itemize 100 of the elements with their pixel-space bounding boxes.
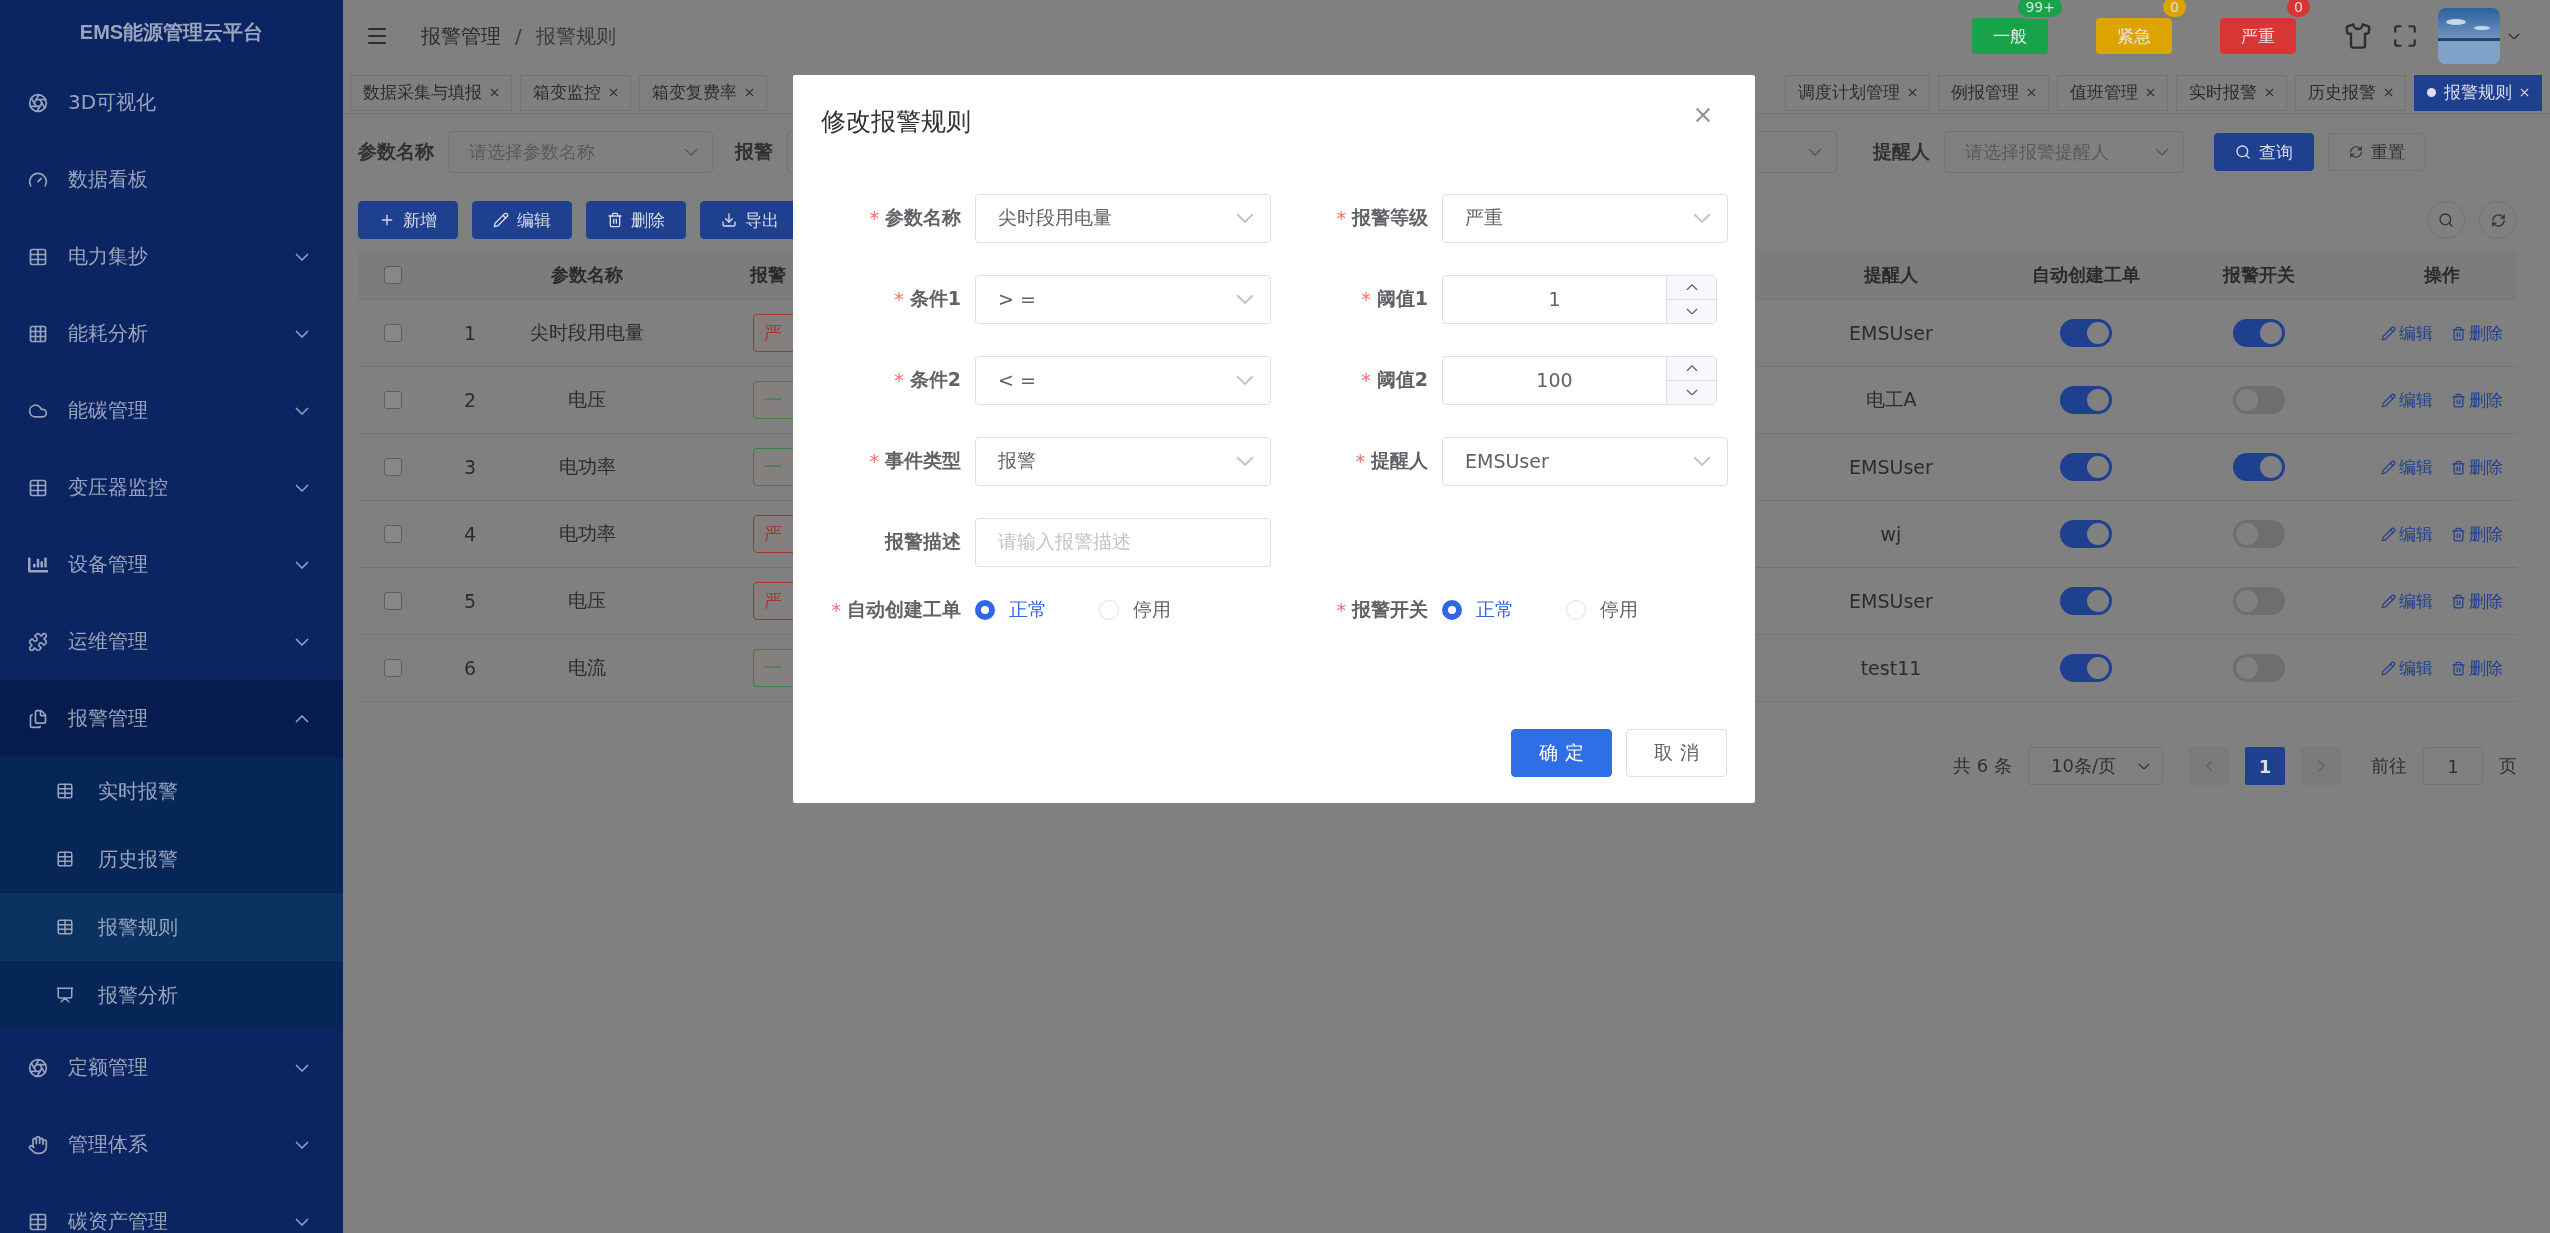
page-tab[interactable]: 例报管理: [1938, 74, 2049, 111]
checkbox[interactable]: [384, 324, 402, 342]
search-icon: [2438, 212, 2454, 228]
sidebar-item-label: 能耗分析: [68, 320, 149, 347]
toggle-switch[interactable]: [2233, 453, 2285, 481]
page-tab[interactable]: 数据采集与填报: [350, 74, 512, 111]
toolbar-button[interactable]: 新增: [358, 201, 458, 239]
sidebar-item-label: 数据看板: [68, 166, 149, 193]
close-icon[interactable]: [490, 88, 499, 97]
table-icon: [56, 782, 74, 800]
refresh-button[interactable]: [2479, 201, 2517, 239]
increment-button[interactable]: [1667, 356, 1716, 380]
close-icon[interactable]: [1908, 88, 1917, 97]
toggle-switch[interactable]: [2060, 319, 2112, 347]
select-field[interactable]: EMSUser: [1442, 436, 1728, 486]
reset-button[interactable]: 重置: [2328, 133, 2426, 171]
toolbar-button[interactable]: 编辑: [472, 201, 572, 239]
chevron-down-icon: [1685, 307, 1698, 315]
close-icon[interactable]: [609, 88, 618, 97]
field-label: * 参数名称: [868, 205, 961, 231]
increment-button[interactable]: [1667, 275, 1716, 299]
alert-level-button[interactable]: 严重: [2220, 18, 2296, 54]
page-input[interactable]: 1: [2423, 747, 2483, 785]
toggle-switch[interactable]: [2060, 453, 2112, 481]
radio-option[interactable]: 正常: [1442, 597, 1514, 623]
field-label: 报警描述: [883, 529, 961, 554]
alert-level-button[interactable]: 一般: [1972, 18, 2048, 54]
submenu-item[interactable]: 历史报警: [0, 825, 343, 893]
field-label: * 阈值1: [1360, 286, 1428, 312]
page-tab[interactable]: 历史报警: [2295, 74, 2406, 111]
select-field[interactable]: 严重: [1442, 193, 1728, 243]
page-tab[interactable]: 箱变复费率: [639, 74, 767, 111]
page-tab[interactable]: 报警规则: [2414, 74, 2542, 111]
field-label: * 报警等级: [1335, 205, 1428, 231]
toolbar-button[interactable]: 删除: [586, 201, 686, 239]
sidebar-item[interactable]: 数据看板: [0, 141, 343, 218]
sidebar-item[interactable]: 3D可视化: [0, 64, 343, 141]
close-icon[interactable]: [745, 88, 754, 97]
page-number-button[interactable]: 1: [2245, 747, 2285, 785]
close-icon[interactable]: [2146, 88, 2155, 97]
checkbox[interactable]: [384, 659, 402, 677]
radio-option[interactable]: 停用: [1099, 597, 1171, 623]
sidebar-item[interactable]: 运维管理: [0, 603, 343, 680]
column-header: 报警开关: [2221, 262, 2296, 287]
sidebar-item[interactable]: 能耗分析: [0, 295, 343, 372]
checkbox[interactable]: [384, 265, 402, 284]
toggle-switch[interactable]: [2060, 654, 2112, 682]
column-header: 提醒人: [1863, 262, 1919, 287]
page-size-select[interactable]: 10条/页: [2028, 747, 2163, 785]
submenu-item[interactable]: 报警规则: [0, 893, 343, 961]
page-tab[interactable]: 调度计划管理: [1785, 74, 1930, 111]
close-icon[interactable]: [2027, 88, 2036, 97]
toggle-switch[interactable]: [2233, 319, 2285, 347]
field-label: * 自动创建工单: [830, 597, 961, 623]
fullscreen-icon[interactable]: [2392, 23, 2418, 49]
trash-icon: [607, 212, 623, 228]
caret-icon[interactable]: [2508, 32, 2520, 40]
close-icon[interactable]: [1695, 107, 1711, 123]
select-field[interactable]: > =: [975, 274, 1271, 324]
close-icon[interactable]: [2265, 88, 2274, 97]
close-icon[interactable]: [2384, 88, 2393, 97]
table-cell-text: 3: [462, 456, 478, 478]
sidebar-item[interactable]: 设备管理: [0, 526, 343, 603]
number-field[interactable]: 100: [1442, 355, 1717, 405]
submenu-item[interactable]: 实时报警: [0, 757, 343, 825]
sidebar-item[interactable]: 能碳管理: [0, 372, 343, 449]
page-tab[interactable]: 箱变监控: [520, 74, 631, 111]
checkbox[interactable]: [384, 458, 402, 476]
checkbox[interactable]: [384, 391, 402, 409]
toggle-switch[interactable]: [2060, 587, 2112, 615]
radio-option[interactable]: 正常: [975, 597, 1047, 623]
aperture-icon: [28, 92, 48, 113]
decrement-button[interactable]: [1667, 298, 1716, 323]
confirm-button[interactable]: 确 定: [1511, 729, 1612, 777]
sidebar-item[interactable]: 管理体系: [0, 1106, 343, 1183]
select-field[interactable]: 报警: [975, 436, 1271, 486]
page-tab[interactable]: 值班管理: [2057, 74, 2168, 111]
toggle-switch[interactable]: [2060, 386, 2112, 414]
number-field[interactable]: 1: [1442, 274, 1717, 324]
decrement-button[interactable]: [1667, 379, 1716, 404]
sidebar-item[interactable]: 电力集抄: [0, 218, 343, 295]
sidebar-item[interactable]: 碳资产管理: [0, 1183, 343, 1233]
sidebar-item-label: 能碳管理: [68, 397, 149, 424]
sidebar-item[interactable]: 变压器监控: [0, 449, 343, 526]
sidebar-item[interactable]: 定额管理: [0, 1029, 343, 1106]
search-button[interactable]: [2427, 201, 2465, 239]
sidebar-item[interactable]: 报警管理: [0, 680, 343, 757]
select-field[interactable]: < =: [975, 355, 1271, 405]
submenu-item[interactable]: 报警分析: [0, 961, 343, 1029]
cancel-button[interactable]: 取 消: [1626, 729, 1727, 777]
page-tab[interactable]: 实时报警: [2176, 74, 2287, 111]
search-button[interactable]: 查询: [2214, 133, 2314, 171]
toggle-switch[interactable]: [2060, 520, 2112, 548]
checkbox[interactable]: [384, 592, 402, 610]
shirt-icon[interactable]: [2344, 22, 2372, 50]
breadcrumb-item[interactable]: 报警管理: [421, 22, 501, 50]
checkbox[interactable]: [384, 525, 402, 543]
radio-option[interactable]: 停用: [1566, 597, 1638, 623]
chevron-down-icon: [1808, 148, 1822, 156]
select-field[interactable]: 尖时段用电量: [975, 193, 1271, 243]
